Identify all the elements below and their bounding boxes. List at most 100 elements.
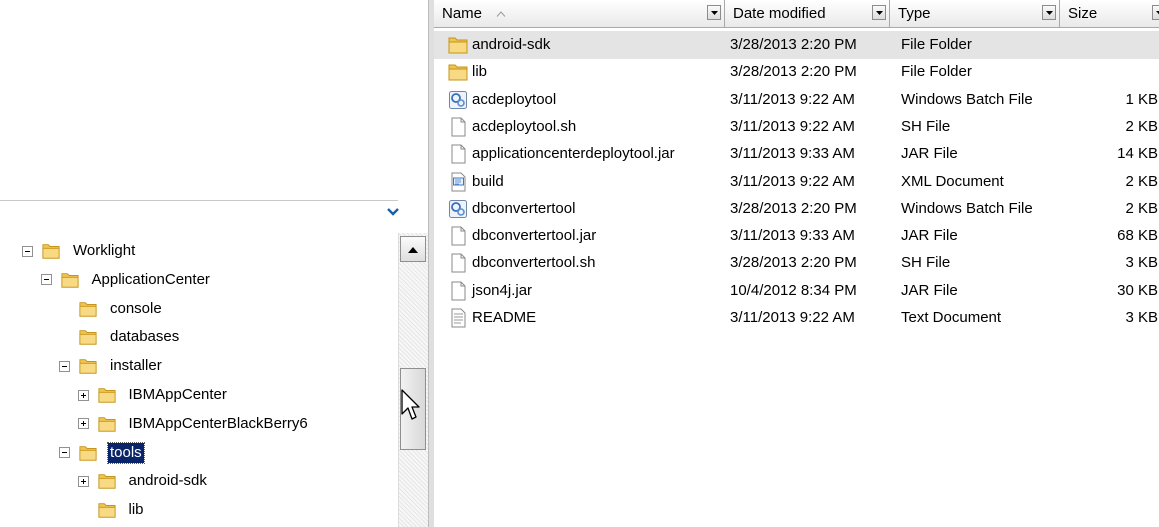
blank-file-icon — [451, 144, 466, 164]
sort-ascending-icon — [496, 10, 506, 17]
file-type-cell: File Folder — [901, 36, 972, 53]
tree-item-label: lib — [128, 501, 144, 519]
column-header-size[interactable]: Size — [1060, 0, 1159, 27]
file-date-cell: 3/11/2013 9:33 AM — [730, 145, 855, 163]
file-size-cell: 2 KB — [1125, 199, 1158, 217]
tree-item-label: android-sdk — [128, 472, 207, 490]
dropdown-arrow-icon — [875, 10, 883, 15]
file-name-cell: dbconvertertool — [472, 199, 576, 217]
file-type-cell: JAR File — [901, 227, 958, 245]
expand-plus-icon[interactable] — [77, 389, 89, 401]
file-date-cell: 3/28/2013 2:20 PM — [730, 254, 857, 272]
file-type-cell: JAR File — [901, 145, 958, 163]
column-filter-name-button[interactable] — [707, 5, 721, 20]
folder-icon — [448, 64, 468, 81]
column-header-bar: Name Date modified Type Size — [434, 0, 1159, 28]
column-header-name[interactable]: Name — [434, 0, 725, 27]
folder-icon — [448, 37, 468, 54]
tree-item[interactable]: installer — [59, 353, 164, 379]
folder-icon — [79, 301, 97, 317]
folder-icon — [97, 417, 116, 432]
expand-plus-icon[interactable] — [77, 418, 89, 430]
column-filter-type-button[interactable] — [1042, 5, 1056, 20]
pane-divider — [0, 200, 398, 201]
column-filter-date-button[interactable] — [872, 5, 886, 20]
collapse-minus-icon[interactable] — [59, 360, 70, 372]
mouse-pointer-icon — [401, 389, 420, 420]
file-size-cell: 1 KB — [1125, 90, 1158, 108]
blank-file-icon — [451, 281, 466, 301]
file-row[interactable]: android-sdk 3/28/2013 2:20 PM File Folder — [434, 31, 1159, 59]
folder-icon — [42, 244, 60, 259]
column-header-name-label: Name — [442, 5, 483, 22]
tree-item-label: IBMAppCenter — [128, 386, 227, 403]
navigation-pane: Worklight ApplicationCenter console databas… — [0, 0, 400, 527]
file-row[interactable]: build 3/11/2013 9:22 AM XML Document 2 KB — [434, 168, 1159, 196]
file-date-cell: 3/28/2013 2:20 PM — [730, 63, 857, 81]
file-type-cell: Windows Batch File — [901, 199, 1033, 217]
collapse-minus-icon[interactable] — [40, 274, 52, 286]
column-header-date-modified[interactable]: Date modified — [725, 0, 890, 27]
file-size-cell: 14 KB — [1117, 145, 1158, 163]
chevron-down-icon[interactable] — [386, 206, 400, 218]
arrow-up-icon — [408, 246, 418, 253]
file-type-cell: Text Document — [901, 309, 1002, 326]
tree-item-label: ApplicationCenter — [91, 270, 210, 288]
file-name-cell: android-sdk — [472, 36, 551, 53]
folder-icon — [60, 273, 79, 288]
tree-item[interactable]: lib — [78, 497, 146, 523]
tree-item[interactable]: IBMAppCenter — [77, 382, 229, 408]
collapse-minus-icon[interactable] — [22, 245, 33, 257]
file-row[interactable]: dbconvertertool.jar 3/11/2013 9:33 AM JAR … — [434, 222, 1159, 250]
folder-icon — [79, 359, 97, 374]
file-type-cell: SH File — [901, 254, 951, 272]
folder-icon — [79, 330, 97, 346]
column-filter-size-button[interactable] — [1152, 5, 1159, 20]
file-name-cell: acdeploytool.sh — [472, 117, 577, 135]
folder-icon — [97, 388, 116, 403]
tree-item[interactable]: tools — [59, 440, 145, 466]
file-size-cell: 2 KB — [1125, 117, 1158, 135]
file-name-cell: json4j.jar — [472, 281, 533, 299]
file-row[interactable]: README 3/11/2013 9:22 AM Text Document 3 KB — [434, 304, 1159, 332]
file-row[interactable]: dbconvertertool 3/28/2013 2:20 PM Windows … — [434, 195, 1159, 223]
dropdown-arrow-icon — [1155, 10, 1159, 15]
file-row[interactable]: json4j.jar 10/4/2012 8:34 PM JAR File 30 KB — [434, 277, 1159, 305]
column-header-type[interactable]: Type — [890, 0, 1060, 27]
file-date-cell: 3/28/2013 2:20 PM — [730, 36, 857, 53]
file-type-cell: Windows Batch File — [901, 90, 1033, 108]
file-row[interactable]: acdeploytool.sh 3/11/2013 9:22 AM SH File 2… — [434, 113, 1159, 141]
file-type-cell: File Folder — [901, 63, 972, 81]
file-size-cell: 30 KB — [1117, 281, 1158, 299]
file-row[interactable]: applicationcenterdeploytool.jar 3/11/2013… — [434, 140, 1159, 168]
file-row[interactable]: acdeploytool 3/11/2013 9:22 AM Windows Bat… — [434, 86, 1159, 114]
file-name-cell: README — [472, 309, 537, 326]
collapse-minus-icon[interactable] — [59, 447, 70, 459]
tree-item[interactable]: ApplicationCenter — [40, 267, 212, 293]
file-list-pane: Name Date modified Type Size android-sdk… — [434, 0, 1159, 527]
scroll-up-button[interactable] — [400, 236, 426, 262]
tree-item-label: Worklight — [73, 242, 136, 259]
file-date-cell: 3/28/2013 2:20 PM — [730, 199, 857, 217]
tree-item[interactable]: Worklight — [22, 238, 137, 264]
tree-item[interactable]: console — [59, 296, 164, 322]
text-file-icon — [451, 308, 466, 328]
file-date-cell: 3/11/2013 9:22 AM — [730, 117, 855, 135]
expand-plus-icon[interactable] — [77, 475, 89, 487]
dropdown-arrow-icon — [710, 10, 718, 15]
tree-item-label: databases — [110, 328, 180, 346]
column-header-type-label: Type — [898, 5, 931, 22]
tree-item[interactable]: android-sdk — [77, 468, 209, 494]
file-name-cell: dbconvertertool.jar — [472, 227, 597, 245]
tree-item[interactable]: databases — [59, 324, 181, 350]
file-row[interactable]: dbconvertertool.sh 3/28/2013 2:20 PM SH Fi… — [434, 249, 1159, 277]
file-date-cell: 10/4/2012 8:34 PM — [730, 281, 857, 299]
tree-item[interactable]: IBMAppCenterBlackBerry6 — [77, 411, 310, 437]
tree-item-label: console — [110, 299, 162, 317]
file-row[interactable]: lib 3/28/2013 2:20 PM File Folder — [434, 58, 1159, 86]
file-name-cell: build — [472, 172, 504, 190]
column-header-date-label: Date modified — [733, 5, 826, 22]
file-date-cell: 3/11/2013 9:22 AM — [730, 90, 855, 108]
file-size-cell — [1084, 31, 1158, 59]
file-size-cell: 68 KB — [1117, 227, 1158, 245]
